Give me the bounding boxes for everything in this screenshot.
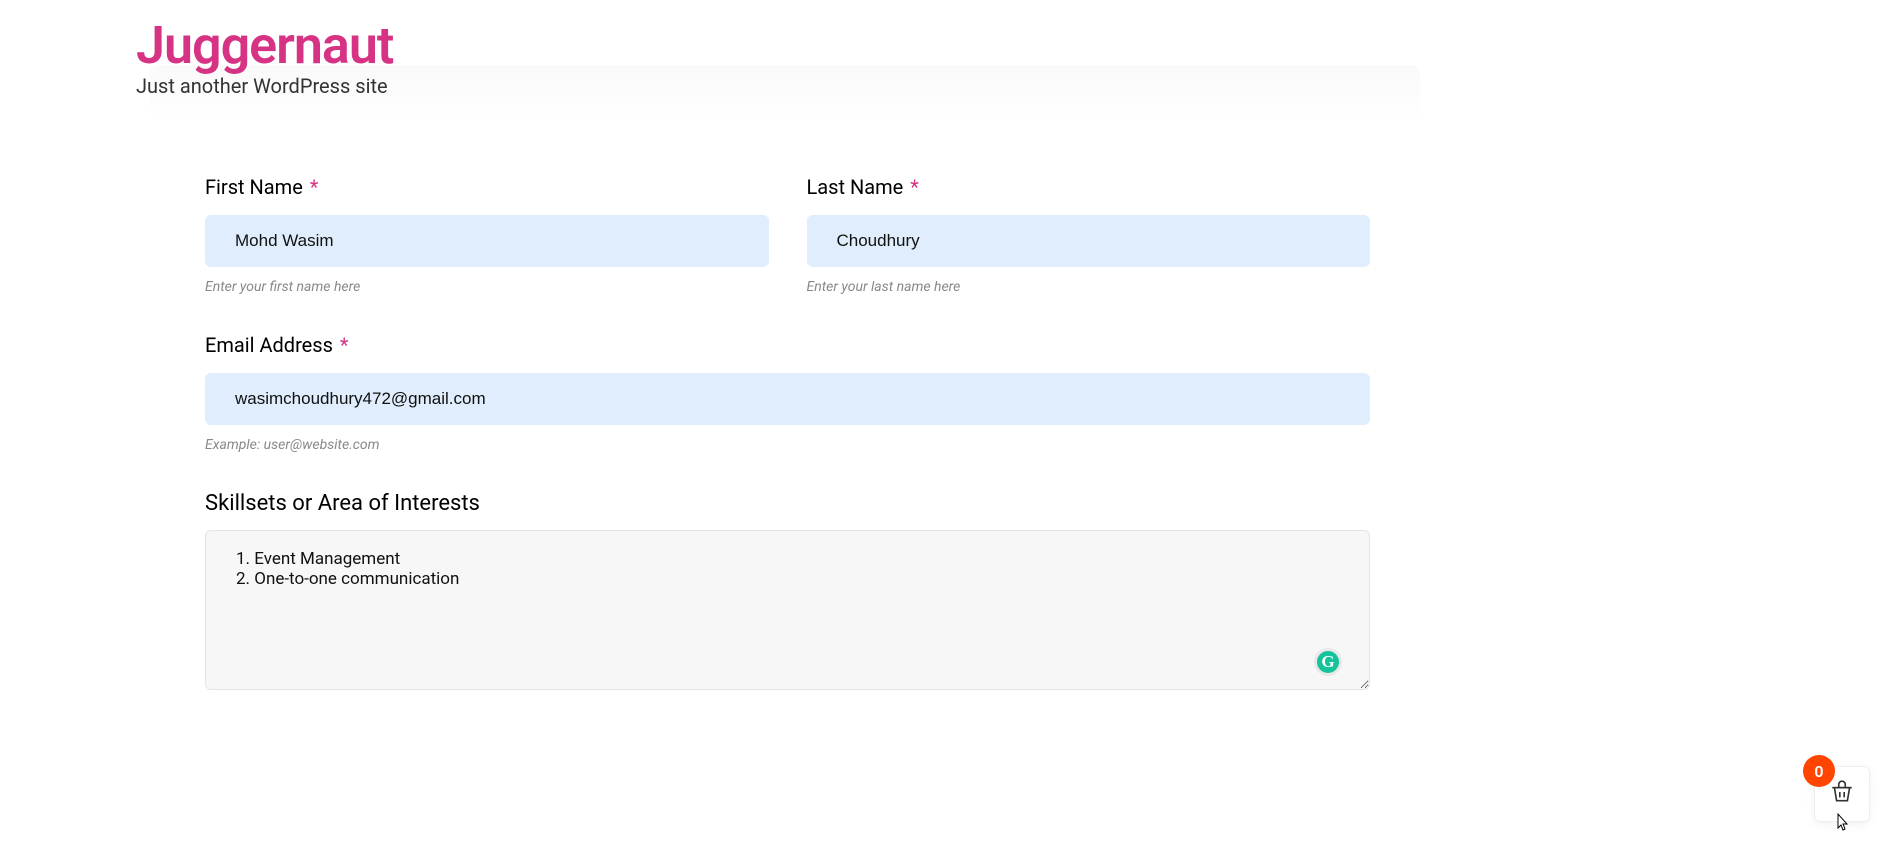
last-name-input[interactable] [807,215,1371,267]
cart-button[interactable]: 0 [1814,766,1870,822]
last-name-label-text: Last Name [807,175,904,199]
site-title[interactable]: Juggernaut [136,15,393,77]
first-name-label: First Name * [205,175,769,199]
first-name-help: Enter your first name here [205,279,769,295]
cart-count-badge: 0 [1803,755,1835,787]
registration-form: First Name * Enter your first name here … [205,175,1370,732]
first-name-input[interactable] [205,215,769,267]
required-asterisk: * [310,175,319,199]
email-help: Example: user@website.com [205,437,1370,453]
grammarly-g-letter: G [1321,652,1334,672]
email-input[interactable] [205,373,1370,425]
site-tagline: Just another WordPress site [136,74,393,98]
last-name-help: Enter your last name here [807,279,1371,295]
email-label: Email Address * [205,333,1370,357]
grammarly-icon[interactable]: G [1314,648,1342,676]
last-name-label: Last Name * [807,175,1371,199]
skillsets-label: Skillsets or Area of Interests [205,491,1370,516]
first-name-label-text: First Name [205,175,303,199]
skillsets-textarea[interactable] [205,530,1370,690]
email-label-text: Email Address [205,333,333,357]
required-asterisk: * [340,333,349,357]
basket-icon [1829,779,1855,809]
required-asterisk: * [910,175,919,199]
